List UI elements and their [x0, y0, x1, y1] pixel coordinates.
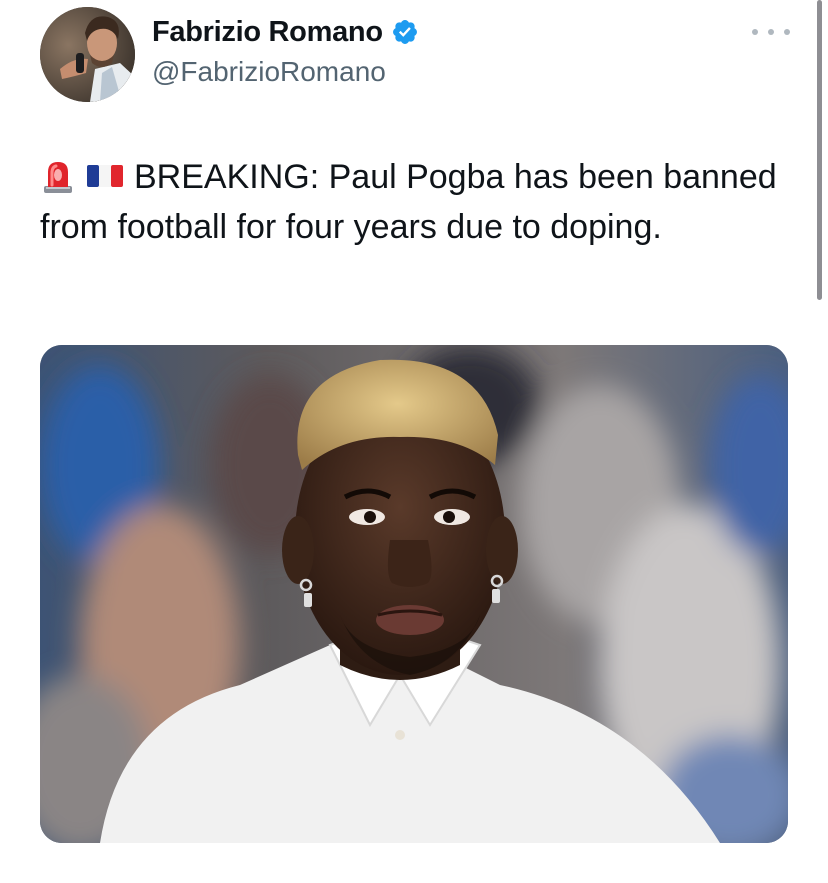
verified-badge-icon	[392, 20, 417, 44]
author-handle[interactable]: @FabrizioRomano	[152, 56, 386, 88]
scrollbar[interactable]	[817, 0, 822, 300]
more-options-icon[interactable]	[752, 22, 790, 42]
tweet-text: BREAKING: Paul Pogba has been banned fro…	[40, 158, 777, 246]
rotating-light-emoji	[44, 162, 72, 194]
author-display-name[interactable]: Fabrizio Romano	[152, 16, 383, 49]
author-avatar[interactable]	[40, 7, 135, 102]
france-flag-emoji	[87, 165, 123, 188]
more-dot	[752, 29, 758, 35]
more-dot	[768, 29, 774, 35]
more-dot	[784, 29, 790, 35]
photo-illustration	[40, 345, 788, 843]
author-name-row[interactable]: Fabrizio Romano	[152, 14, 419, 50]
tweet-body: BREAKING: Paul Pogba has been banned fro…	[40, 152, 780, 252]
tweet-photo[interactable]	[40, 345, 788, 843]
tweet: Fabrizio Romano @FabrizioRomano BREAKING…	[0, 0, 828, 883]
